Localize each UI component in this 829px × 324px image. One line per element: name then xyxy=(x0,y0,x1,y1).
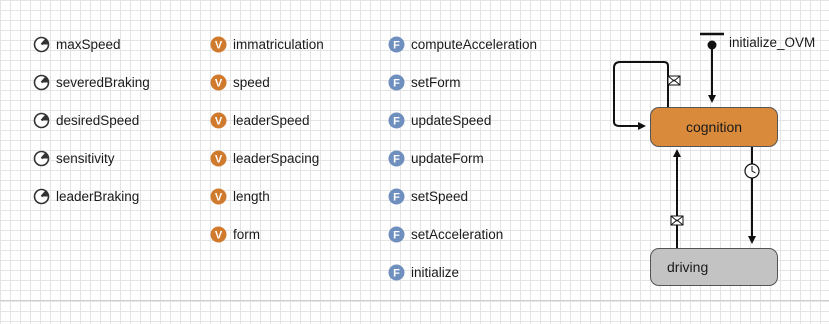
variable-badge: V xyxy=(215,229,223,241)
message-icon xyxy=(667,75,681,86)
variable-label: speed xyxy=(233,74,270,90)
function-badge: F xyxy=(393,267,400,279)
variable-icon: V xyxy=(210,36,227,53)
parameter-icon xyxy=(33,112,50,129)
variable-item[interactable]: V length xyxy=(210,186,270,206)
variable-item[interactable]: V form xyxy=(210,224,260,244)
parameter-item[interactable]: leaderBraking xyxy=(33,186,139,206)
variable-badge: V xyxy=(215,77,223,89)
function-item[interactable]: F setForm xyxy=(388,72,461,92)
variable-item[interactable]: V immatriculation xyxy=(210,34,324,54)
function-icon: F xyxy=(388,150,405,167)
timeout-icon xyxy=(744,163,760,179)
function-item[interactable]: F updateSpeed xyxy=(388,110,491,130)
variable-icon: V xyxy=(210,188,227,205)
variable-badge: V xyxy=(215,115,223,127)
parameter-icon xyxy=(33,36,50,53)
variable-badge: V xyxy=(215,153,223,165)
parameter-label: desiredSpeed xyxy=(56,112,140,128)
state-cognition[interactable]: cognition xyxy=(650,107,778,147)
variable-label: length xyxy=(233,188,270,204)
function-item[interactable]: F computeAcceleration xyxy=(388,34,537,54)
function-icon: F xyxy=(388,188,405,205)
statechart-entry-point[interactable] xyxy=(700,32,724,103)
variable-icon: V xyxy=(210,150,227,167)
function-badge: F xyxy=(393,39,400,51)
variable-label: leaderSpeed xyxy=(233,112,310,128)
parameter-label: maxSpeed xyxy=(56,36,121,52)
function-badge: F xyxy=(393,77,400,89)
variable-item[interactable]: V leaderSpeed xyxy=(210,110,310,130)
function-icon: F xyxy=(388,112,405,129)
parameter-icon xyxy=(33,74,50,91)
state-label: cognition xyxy=(685,119,743,135)
parameter-label: leaderBraking xyxy=(56,188,140,204)
function-label: setAcceleration xyxy=(411,226,504,242)
state-driving[interactable]: driving xyxy=(650,248,778,286)
statechart-entry-label: initialize_OVM xyxy=(729,35,816,50)
function-icon: F xyxy=(388,36,405,53)
function-label: updateForm xyxy=(411,150,484,166)
function-label: initialize xyxy=(411,264,460,280)
function-label: setSpeed xyxy=(411,188,469,204)
function-icon: F xyxy=(388,226,405,243)
variable-label: immatriculation xyxy=(233,36,324,52)
function-badge: F xyxy=(393,191,400,203)
function-label: setForm xyxy=(411,74,461,90)
function-badge: F xyxy=(393,153,400,165)
parameter-item[interactable]: desiredSpeed xyxy=(33,110,139,130)
variable-badge: V xyxy=(215,191,223,203)
model-canvas[interactable]: maxSpeed severedBraking desiredSpeed sen… xyxy=(0,0,829,324)
canvas-bottom-edge xyxy=(0,300,829,324)
parameter-label: sensitivity xyxy=(56,150,115,166)
parameter-label: severedBraking xyxy=(56,74,150,90)
function-item[interactable]: F setSpeed xyxy=(388,186,468,206)
function-label: updateSpeed xyxy=(411,112,492,128)
variable-badge: V xyxy=(215,39,223,51)
parameter-item[interactable]: sensitivity xyxy=(33,148,115,168)
variable-icon: V xyxy=(210,74,227,91)
function-badge: F xyxy=(393,115,400,127)
function-icon: F xyxy=(388,74,405,91)
function-icon: F xyxy=(388,264,405,281)
variable-label: form xyxy=(233,226,260,242)
function-item[interactable]: F updateForm xyxy=(388,148,484,168)
function-badge: F xyxy=(393,229,400,241)
function-item[interactable]: F setAcceleration xyxy=(388,224,503,244)
variable-item[interactable]: V leaderSpacing xyxy=(210,148,319,168)
parameter-item[interactable]: severedBraking xyxy=(33,72,150,92)
function-item[interactable]: F initialize xyxy=(388,262,459,282)
variable-label: leaderSpacing xyxy=(233,150,320,166)
parameter-icon xyxy=(33,188,50,205)
parameter-item[interactable]: maxSpeed xyxy=(33,34,121,54)
variable-item[interactable]: V speed xyxy=(210,72,270,92)
function-label: computeAcceleration xyxy=(411,36,538,52)
variable-icon: V xyxy=(210,112,227,129)
message-icon xyxy=(670,215,684,226)
state-label: driving xyxy=(667,259,709,275)
variable-icon: V xyxy=(210,226,227,243)
parameter-icon xyxy=(33,150,50,167)
